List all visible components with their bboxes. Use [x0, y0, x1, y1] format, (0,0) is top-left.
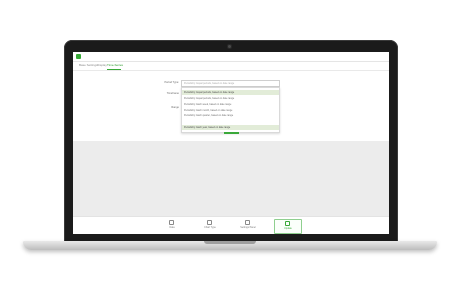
dropdown-option-label: Periodicity: Each quarter, based on date… — [184, 114, 234, 117]
range-label: Range — [171, 106, 179, 109]
dropdown-option[interactable]: Periodicity: Each month, based on date r… — [182, 108, 279, 113]
apply-button[interactable] — [224, 132, 239, 134]
dropdown-option[interactable]: Periodicity: Equal periods, based on dat… — [182, 96, 279, 101]
laptop-notch — [204, 241, 256, 244]
webcam-icon — [227, 44, 232, 49]
app-logo-icon — [76, 54, 81, 59]
nav-chart-type-label: Chart Type — [204, 226, 216, 229]
period-type-label: Period Type: — [164, 81, 179, 84]
nav-data-button[interactable]: Data — [159, 219, 185, 232]
dropdown-option-label: Periodicity: Each week, based on date ra… — [184, 103, 232, 106]
dropdown-option-label: Periodicity: Equal periods, based on dat… — [184, 97, 235, 100]
tab-display[interactable]: Display — [97, 63, 107, 68]
tab-bar: Base Settings Display Time-Series — [73, 62, 389, 71]
dropdown-option[interactable]: Periodicity: Each week, based on date ra… — [182, 102, 279, 107]
dropdown-option[interactable]: Periodicity: Equal periods, based on dat… — [182, 90, 279, 95]
period-type-value: Periodicity: Equal periods, based on dat… — [184, 82, 235, 85]
tab-base-settings[interactable]: Base Settings — [79, 63, 98, 68]
chart-icon — [207, 220, 212, 225]
nav-chart-type-button[interactable]: Chart Type — [197, 219, 223, 232]
timeframe-label: Timeframe — [166, 92, 179, 95]
active-tab-indicator — [107, 69, 121, 70]
nav-update-label: Update — [284, 227, 292, 230]
dropdown-option[interactable]: Periodicity: Each year, based on date ra… — [182, 125, 279, 130]
dropdown-option-label: Periodicity: Each year, based on date ra… — [184, 126, 231, 129]
settings-icon — [245, 220, 250, 225]
nav-settings-label: Settings Panel — [240, 226, 256, 229]
page: Base Settings Display Time-Series Period… — [0, 0, 461, 301]
bottom-nav: Data Chart Type Settings Panel Update — [73, 216, 389, 234]
nav-settings-button[interactable]: Settings Panel — [235, 219, 261, 232]
screen: Base Settings Display Time-Series Period… — [73, 52, 389, 234]
tab-time-series[interactable]: Time-Series — [107, 63, 123, 68]
nav-data-label: Data — [169, 226, 175, 229]
top-bar — [73, 52, 389, 62]
nav-update-button[interactable]: Update — [274, 219, 302, 234]
update-icon — [285, 221, 290, 226]
period-type-select[interactable]: Periodicity: Equal periods, based on dat… — [181, 80, 280, 87]
empty-canvas — [73, 141, 389, 216]
period-type-dropdown: Periodicity: Equal periods, based on dat… — [181, 87, 280, 133]
dropdown-option-label: Periodicity: Each month, based on date r… — [184, 109, 233, 112]
dropdown-option[interactable]: Periodicity: Each quarter, based on date… — [182, 114, 279, 122]
dropdown-option-label: Periodicity: Equal periods, based on dat… — [184, 91, 235, 94]
data-icon — [169, 220, 174, 225]
